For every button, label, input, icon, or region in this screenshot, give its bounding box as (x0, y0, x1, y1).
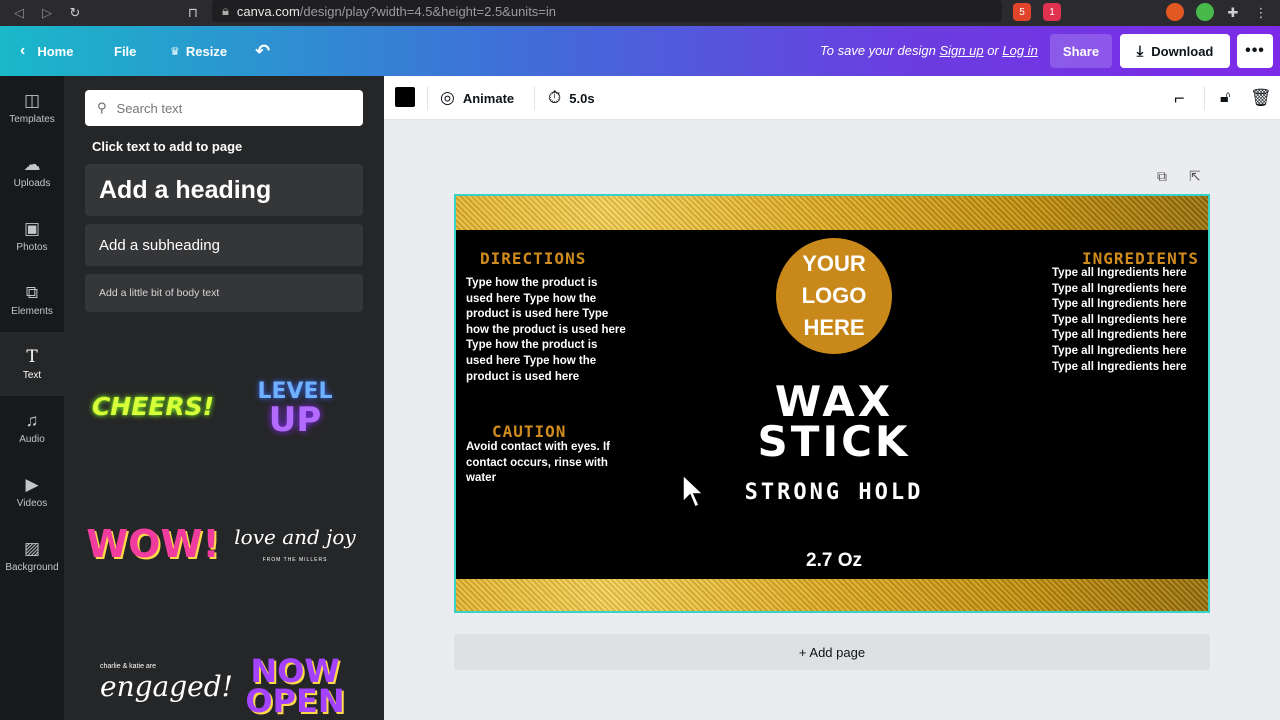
save-message: To save your design Sign up or Log in (820, 43, 1038, 58)
rail-item-templates[interactable]: ◫ Templates (0, 76, 64, 140)
ingredient-item: Type all Ingredients here (1052, 344, 1187, 357)
rail-item-videos[interactable]: ▶ Videos (0, 460, 64, 524)
extension-green-icon[interactable] (1196, 3, 1214, 21)
download-button[interactable]: ⤓ Download (1120, 34, 1230, 68)
color-swatch[interactable] (395, 87, 415, 107)
ingredient-item: Type all Ingredients here (1052, 298, 1187, 311)
text-icon: T (26, 346, 38, 367)
add-body-text-button[interactable]: Add a little bit of body text (85, 274, 363, 312)
more-options-button[interactable]: ••• (1237, 34, 1273, 68)
rail-item-uploads[interactable]: ☁ Uploads (0, 140, 64, 204)
download-icon: ⤓ (1136, 42, 1144, 60)
rail-item-photos[interactable]: ▣ Photos (0, 204, 64, 268)
background-icon: ▨ (23, 538, 41, 558)
lock-icon: 🔒︎ (222, 3, 229, 18)
add-page-button[interactable]: + Add page (454, 634, 1210, 670)
rail-item-elements[interactable]: ⧉ Elements (0, 268, 64, 332)
directions-title[interactable]: DIRECTIONS (480, 249, 586, 268)
caution-title[interactable]: CAUTION (492, 422, 566, 441)
file-menu-button[interactable]: File (114, 26, 136, 76)
url-path: /design/play?width=4.5&height=2.5&units=… (299, 3, 557, 19)
sticker-cheers[interactable]: CHEERS! (90, 356, 216, 456)
elements-icon: ⧉ (25, 282, 39, 302)
share-button[interactable]: Share (1050, 34, 1112, 68)
rewards-icon[interactable]: 1 (1043, 3, 1061, 21)
product-weight[interactable]: 2.7 Oz (696, 550, 972, 572)
divider (534, 86, 535, 110)
logo-placeholder[interactable]: YOUR LOGO HERE (776, 238, 892, 354)
upload-icon: ☁ (23, 154, 41, 174)
rail-item-background[interactable]: ▨ Background (0, 524, 64, 588)
bookmark-icon[interactable]: ⊓ (180, 5, 206, 21)
divider (427, 86, 428, 110)
brave-shield-icon[interactable]: 5 (1013, 3, 1031, 21)
click-hint: Click text to add to page (92, 139, 243, 154)
address-bar[interactable]: 🔒︎ canva.com/design/play?width=4.5&heigh… (212, 0, 1002, 22)
ingredient-item: Type all Ingredients here (1052, 267, 1187, 279)
sticker-now-open[interactable]: NOW OPEN (232, 652, 358, 720)
copy-style-icon[interactable]: ⌐ (1174, 76, 1185, 120)
sign-up-link[interactable]: Sign up (939, 43, 983, 58)
add-page-icon[interactable]: ⇱ (1189, 168, 1201, 185)
search-box[interactable]: ⚲ (85, 90, 363, 126)
add-subheading-button[interactable]: Add a subheading (85, 224, 363, 266)
search-input[interactable] (116, 100, 337, 116)
timer-icon: ⏱ (548, 88, 562, 107)
product-title[interactable]: WAX STICK (696, 381, 972, 463)
mouse-cursor-icon (682, 474, 704, 509)
duplicate-page-icon[interactable]: ⧉ (1157, 168, 1167, 185)
rail-item-text[interactable]: T Text (0, 332, 64, 396)
back-arrow-icon[interactable]: ◁ (6, 5, 32, 21)
directions-body[interactable]: Type how the product is used here Type h… (466, 276, 626, 385)
home-button[interactable]: ‹ Home (20, 26, 73, 76)
duration-button[interactable]: ⏱ 5.0s (548, 76, 595, 120)
resize-button[interactable]: ♛ Resize (170, 26, 227, 76)
text-panel: ⚲ Click text to add to page Add a headin… (64, 76, 384, 720)
ingredient-item: Type all Ingredients here (1052, 282, 1187, 295)
ingredients-list[interactable]: Type all Ingredients here Type all Ingre… (1052, 266, 1202, 375)
divider (1204, 86, 1205, 110)
browser-chrome: ◁ ▷ ↻ ⊓ 🔒︎ canva.com/design/play?width=4… (0, 0, 1280, 26)
ingredient-item: Type all Ingredients here (1052, 360, 1187, 373)
animate-button[interactable]: ◎ Animate (440, 76, 514, 120)
menu-icon[interactable]: ⋮ (1248, 5, 1274, 21)
editor-toolbar: ◎ Animate ⏱ 5.0s ⌐ 🔓︎ 🗑︎ (384, 76, 1280, 120)
video-icon: ▶ (25, 474, 39, 494)
templates-icon: ◫ (23, 90, 41, 110)
audio-icon: ♫ (25, 410, 39, 430)
sticker-wow[interactable]: WOW! (86, 494, 219, 594)
log-in-link[interactable]: Log in (1002, 43, 1037, 58)
sticker-level-up[interactable]: LEVEL UP (232, 356, 358, 456)
product-subtitle[interactable]: STRONG HOLD (696, 480, 972, 505)
chevron-left-icon: ‹ (20, 42, 26, 59)
lock-icon[interactable]: 🔓︎ (1220, 76, 1230, 120)
animate-icon: ◎ (440, 88, 455, 107)
sticker-engaged[interactable]: charlie & katie are engaged! (90, 646, 233, 720)
forward-arrow-icon[interactable]: ▷ (34, 5, 60, 21)
caution-body[interactable]: Avoid contact with eyes. If contact occu… (466, 440, 626, 487)
rail-item-audio[interactable]: ♫ Audio (0, 396, 64, 460)
ingredient-item: Type all Ingredients here (1052, 313, 1187, 326)
photo-icon: ▣ (23, 218, 41, 238)
url-host: canva.com (236, 3, 300, 19)
extension-icon[interactable] (1166, 3, 1184, 21)
add-heading-button[interactable]: Add a heading (85, 164, 363, 216)
gold-band-bottom (456, 579, 1208, 611)
side-rail: ◫ Templates ☁ Uploads ▣ Photos ⧉ Element… (0, 76, 64, 720)
reload-icon[interactable]: ↻ (62, 5, 88, 21)
design-canvas[interactable]: DIRECTIONS Type how the product is used … (454, 194, 1210, 613)
search-icon: ⚲ (97, 100, 107, 115)
ingredient-item: Type all Ingredients here (1052, 329, 1187, 342)
crown-icon: ♛ (170, 45, 180, 58)
gold-band-top (456, 196, 1208, 230)
editor-topbar: ‹ Home File ♛ Resize ↶ To save your desi… (0, 26, 1280, 76)
trash-icon[interactable]: 🗑︎ (1250, 76, 1272, 120)
puzzle-icon[interactable]: ✚ (1220, 5, 1246, 21)
undo-icon[interactable]: ↶ (255, 26, 270, 76)
sticker-love-and-joy[interactable]: love and joy FROM THE MILLERS (232, 494, 358, 594)
